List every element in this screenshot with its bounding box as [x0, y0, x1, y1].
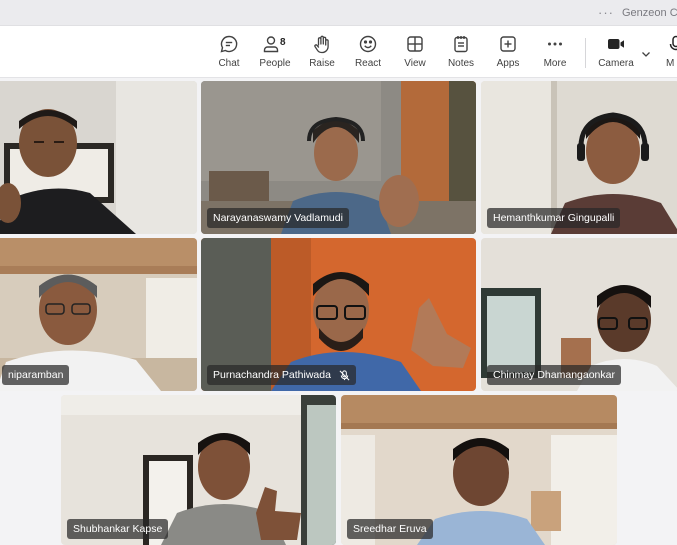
camera-button[interactable]: Camera [598, 34, 634, 74]
people-count-badge: 8 [280, 37, 286, 48]
participant-tile[interactable] [0, 81, 197, 234]
participant-name: Sreedhar Eruva [353, 523, 427, 535]
view-label: View [404, 58, 426, 69]
participant-tile[interactable]: Hemanthkumar Gingupalli [481, 81, 677, 234]
participant-tile[interactable]: Chinmay Dhamangaonkar [481, 238, 677, 391]
apps-plus-icon [500, 36, 516, 52]
video-grid: Narayanaswamy Vadlamudi Hemanthkumar Gin… [0, 79, 677, 545]
participant-name: Narayanaswamy Vadlamudi [213, 212, 343, 224]
participant-name-tag: Sreedhar Eruva [347, 519, 433, 539]
react-label: React [354, 58, 382, 69]
more-button[interactable]: More [541, 34, 569, 74]
window-title-bar: ··· Genzeon Co [0, 0, 677, 26]
chat-label: Chat [218, 58, 240, 69]
hand-icon [314, 35, 329, 54]
apps-label: Apps [496, 58, 520, 69]
participant-tile[interactable]: niparamban [0, 238, 197, 391]
notes-label: Notes [447, 58, 475, 69]
participant-tile[interactable]: Shubhankar Kapse [61, 395, 336, 545]
video-feed [0, 81, 197, 234]
react-button[interactable]: React [354, 34, 382, 74]
meeting-toolbar: Chat 8 People Raise React View Notes App… [0, 26, 677, 78]
participant-name-tag: niparamban [2, 365, 70, 385]
participant-tile[interactable]: Purnachandra Pathiwada [201, 238, 476, 391]
participant-name-tag: Chinmay Dhamangaonkar [487, 365, 621, 385]
smile-icon [359, 35, 377, 53]
participant-tile[interactable]: Narayanaswamy Vadlamudi [201, 81, 476, 234]
participant-name: niparamban [8, 369, 64, 381]
apps-button[interactable]: Apps [495, 34, 521, 74]
view-button[interactable]: View [402, 34, 428, 74]
participant-name: Purnachandra Pathiwada [213, 369, 331, 381]
people-button[interactable]: 8 People [258, 34, 292, 74]
meeting-title: Genzeon Co [622, 7, 677, 19]
window-more-icon[interactable]: ··· [598, 5, 614, 20]
mic-icon [669, 35, 677, 51]
camera-options-chevron-icon[interactable] [640, 48, 652, 60]
participant-tile[interactable]: Sreedhar Eruva [341, 395, 617, 545]
chat-button[interactable]: Chat [214, 34, 244, 74]
chat-icon [220, 35, 238, 53]
camera-label: Camera [598, 58, 634, 69]
people-label: People [259, 58, 291, 69]
participant-name-tag: Purnachandra Pathiwada [207, 365, 356, 385]
notes-icon [454, 36, 468, 53]
participant-name: Hemanthkumar Gingupalli [493, 212, 615, 224]
participant-name: Shubhankar Kapse [73, 523, 163, 535]
mic-label: M [666, 58, 675, 69]
mic-button[interactable]: M [666, 34, 677, 74]
raise-hand-button[interactable]: Raise [308, 34, 336, 74]
grid-view-icon [407, 36, 423, 52]
toolbar-divider [585, 38, 586, 68]
participant-name-tag: Narayanaswamy Vadlamudi [207, 208, 349, 228]
participant-name: Chinmay Dhamangaonkar [493, 369, 615, 381]
raise-label: Raise [309, 58, 335, 69]
camera-icon [608, 39, 624, 49]
more-label: More [543, 58, 567, 69]
participant-name-tag: Shubhankar Kapse [67, 519, 169, 539]
mic-muted-icon [339, 369, 350, 380]
participant-name-tag: Hemanthkumar Gingupalli [487, 208, 621, 228]
notes-button[interactable]: Notes [447, 34, 475, 74]
people-icon [263, 36, 279, 53]
more-dots-icon [548, 42, 562, 46]
